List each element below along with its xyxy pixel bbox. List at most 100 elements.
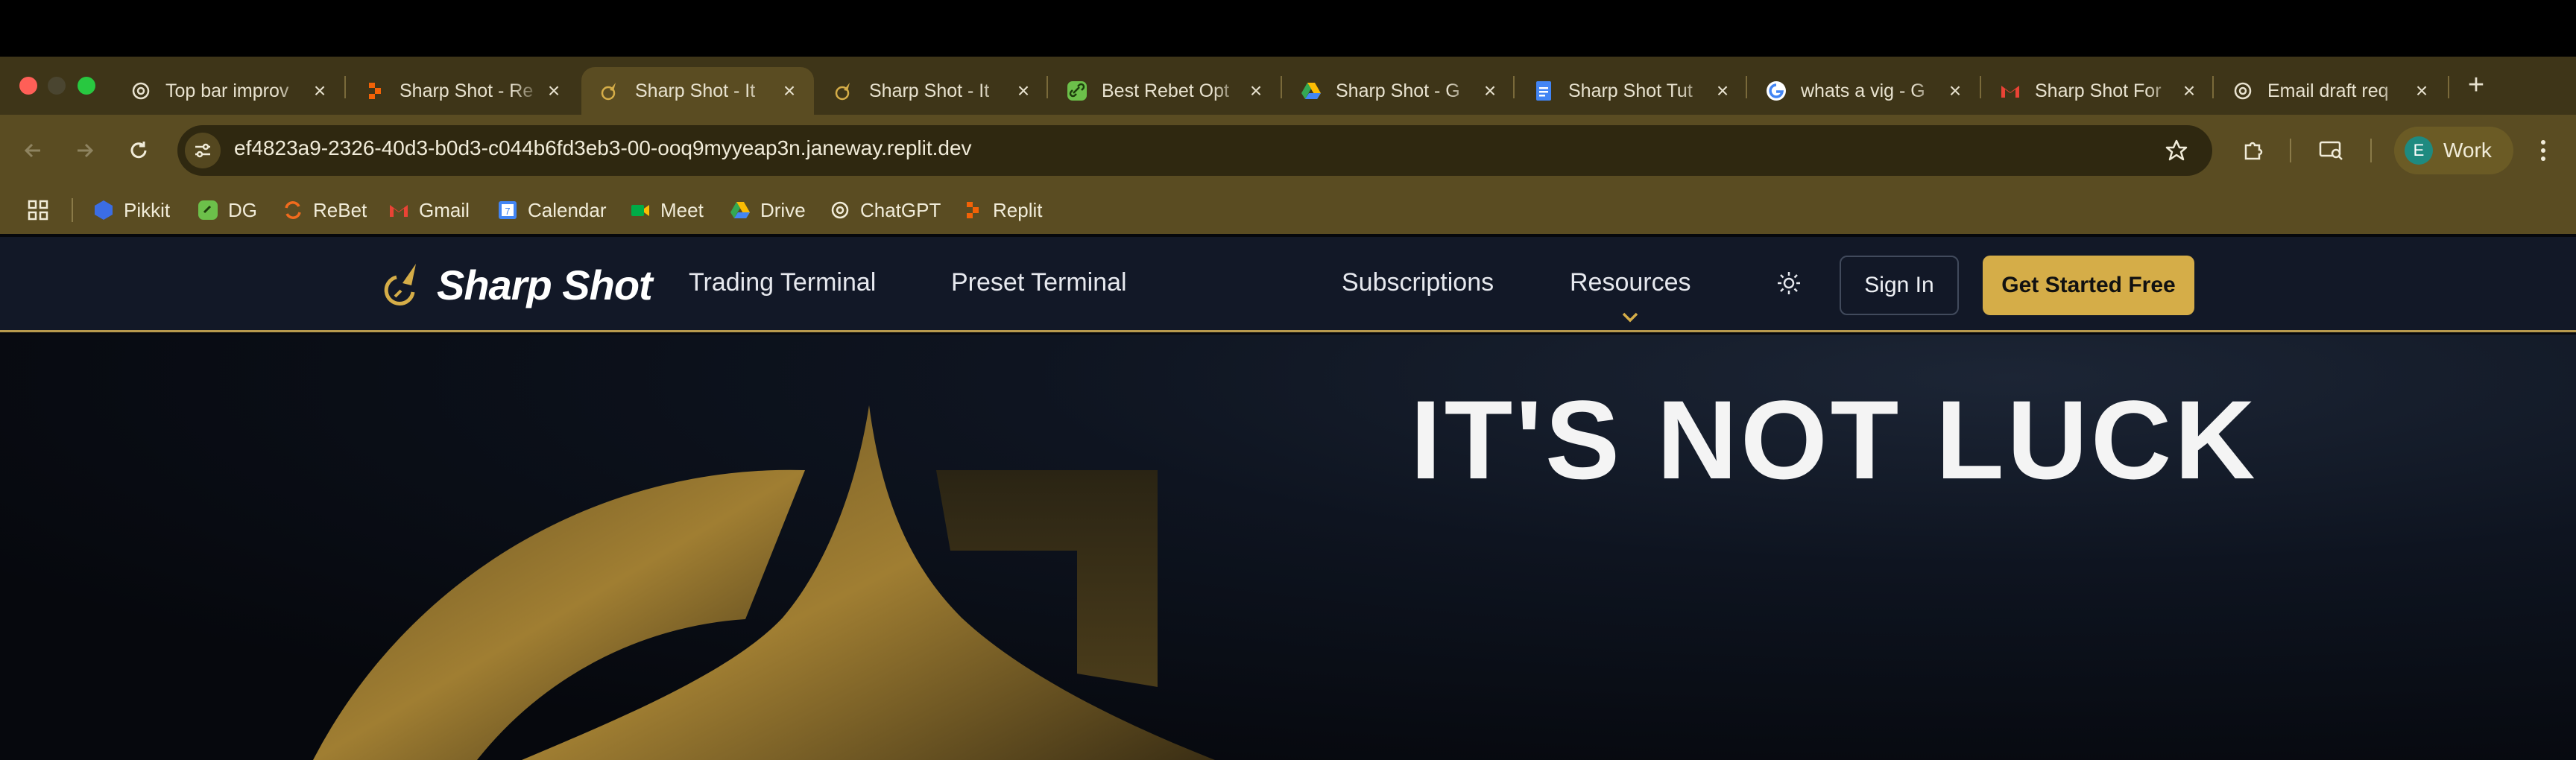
drive-icon [1300,80,1322,102]
more-menu-icon[interactable] [2527,134,2560,167]
sign-in-button[interactable]: Sign In [1840,256,1959,315]
bookmark-calendar[interactable]: 7 Calendar [496,195,607,225]
rebet-icon [282,199,304,221]
apps-grid-icon[interactable] [27,195,49,225]
tab-close-icon[interactable]: × [1711,79,1734,102]
hero-title: IT'S NOT LUCK [1410,377,2258,502]
bookmark-replit[interactable]: Replit [962,195,1042,225]
browser-tab[interactable]: Sharp Shot - Re × [346,67,578,115]
tab-close-icon[interactable]: × [309,79,331,102]
browser-tab[interactable]: Email draft req × [2214,67,2446,115]
meet-icon [629,199,651,221]
tab-title: Email draft req [2267,80,2389,101]
site-info-icon[interactable] [185,133,221,168]
browser-tab[interactable]: Best Rebet Opt × [1048,67,1281,115]
tab-title: Sharp Shot Tut [1568,80,1693,101]
nav-resources[interactable]: Resources [1570,268,1691,297]
tab-divider [2448,76,2449,98]
tab-close-icon[interactable]: × [1479,79,1501,102]
toolbar-divider [2290,139,2291,162]
bookmark-gmail[interactable]: Gmail [388,195,470,225]
profile-button[interactable]: E Work [2394,127,2513,174]
gmail-icon [1999,80,2021,102]
gmail-icon [388,199,410,221]
chatgpt-icon [829,199,851,221]
chevron-down-icon[interactable] [1620,310,1640,325]
nav-subscriptions[interactable]: Subscriptions [1342,268,1494,297]
replit-icon [364,80,386,102]
tab-title: Sharp Shot For [2035,80,2162,101]
browser-tab[interactable]: Sharp Shot For × [1981,67,2214,115]
get-started-button[interactable]: Get Started Free [1983,256,2194,315]
tab-title: Sharp Shot - Re [400,80,534,101]
browser-tab[interactable]: Sharp Shot - G × [1282,67,1515,115]
pikkit-icon [92,199,115,221]
nav-preset-terminal[interactable]: Preset Terminal [951,268,1127,297]
browser-tab[interactable]: Sharp Shot - It × [815,67,1048,115]
bookmark-label: Pikkit [124,198,171,221]
window-top-strip [0,0,2576,57]
tab-close-icon[interactable]: × [543,79,565,102]
bookmark-rebet[interactable]: ReBet [282,195,367,225]
theme-toggle-sun-icon[interactable] [1772,267,1805,300]
drive-icon [729,199,751,221]
tab-title: whats a vig - G [1801,80,1925,101]
toolbar-divider [2370,139,2372,162]
bookmark-pikkit[interactable]: Pikkit [92,195,170,225]
logo-wordmark: Sharp Shot [437,261,653,308]
tab-close-icon[interactable]: × [1944,79,1966,102]
bookmark-label: Gmail [419,198,470,221]
bookmark-chatgpt[interactable]: ChatGPT [829,195,941,225]
bookmarks-bar [0,186,2576,234]
media-search-icon[interactable] [2314,133,2349,168]
bookmarks-divider [72,198,73,222]
tab-close-icon[interactable]: × [2178,79,2200,102]
site-logo[interactable]: Sharp Shot [380,258,653,311]
nav-trading-terminal[interactable]: Trading Terminal [689,268,876,297]
bookmark-label: Calendar [528,198,607,221]
tab-title: Top bar improv [165,80,289,101]
bookmark-dg[interactable]: DG [197,195,257,225]
bookmark-label: ChatGPT [860,198,941,221]
bookmark-label: DG [228,198,257,221]
browser-tab[interactable]: Sharp Shot Tut × [1515,67,1747,115]
tab-close-icon[interactable]: × [1245,79,1267,102]
bookmark-meet[interactable]: Meet [629,195,704,225]
browser-tab[interactable]: whats a vig - G × [1747,67,1980,115]
tab-close-icon[interactable]: × [778,79,801,102]
browser-tab-active[interactable]: Sharp Shot - It × [581,67,814,115]
sharpshot-icon [833,80,856,102]
reload-icon[interactable] [122,134,155,167]
sharpshot-icon [599,80,622,102]
tab-title: Sharp Shot - It [869,80,990,101]
tab-close-icon[interactable]: × [1012,79,1035,102]
tab-title: Best Rebet Opt [1102,80,1229,101]
chatgpt-icon [2232,80,2254,102]
avatar: E [2405,136,2433,165]
new-tab-button[interactable]: + [2460,69,2493,101]
bookmark-label: Drive [760,198,806,221]
forward-arrow-icon[interactable] [69,134,101,167]
maximize-window-button[interactable] [78,77,95,95]
bookmark-label: Meet [660,198,704,221]
dg-icon [197,199,219,221]
tab-title: Sharp Shot - It [635,80,756,101]
google-icon [1765,80,1787,102]
url-text[interactable]: ef4823a9-2326-40d3-b0d3-c044b6fd3eb3-00-… [234,136,972,160]
close-window-button[interactable] [19,77,37,95]
bookmark-label: Replit [993,198,1043,221]
profile-name: Work [2443,139,2492,162]
link-icon [1066,80,1088,102]
hero-logo-graphic [313,405,1215,760]
bookmark-drive[interactable]: Drive [729,195,806,225]
browser-tab[interactable]: Top bar improv × [112,67,344,115]
tab-close-icon[interactable]: × [2411,79,2433,102]
chatgpt-icon [130,80,152,102]
back-arrow-icon[interactable] [16,134,49,167]
docs-icon [1532,80,1555,102]
extensions-puzzle-icon[interactable] [2236,133,2272,168]
svg-text:7: 7 [505,206,510,217]
tab-title: Sharp Shot - G [1336,80,1460,101]
bookmark-star-icon[interactable] [2160,134,2193,167]
minimize-window-button[interactable] [48,77,66,95]
